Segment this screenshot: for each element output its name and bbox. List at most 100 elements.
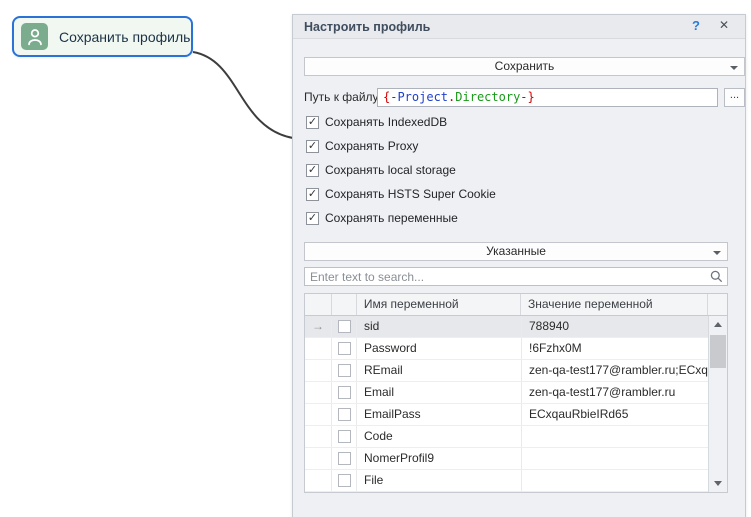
search-input[interactable]	[305, 268, 705, 285]
panel-header: Настроить профиль ? ✕	[293, 15, 745, 39]
checkbox-item[interactable]: ✓ Сохранять Proxy	[306, 139, 496, 153]
row-name-cell[interactable]: Email	[357, 382, 522, 403]
node-label: Сохранить профиль	[59, 29, 190, 45]
checkbox-icon: ✓	[306, 140, 319, 153]
checkbox-label: Сохранять переменные	[325, 211, 458, 225]
help-button[interactable]: ?	[688, 18, 704, 36]
table-row[interactable]: Email zen-qa-test177@rambler.ru	[305, 382, 710, 404]
save-profile-node[interactable]: Сохранить профиль	[12, 16, 193, 57]
table-row[interactable]: Password !6Fzhx0M	[305, 338, 710, 360]
scroll-up-button[interactable]	[709, 316, 727, 333]
chevron-down-icon	[713, 251, 721, 255]
row-indicator	[305, 448, 332, 469]
row-checkbox-cell	[332, 448, 357, 469]
table-row[interactable]: → sid 788940	[305, 316, 710, 338]
checkbox-item[interactable]: ✓ Сохранять HSTS Super Cookie	[306, 187, 496, 201]
checkbox-label: Сохранять IndexedDB	[325, 115, 447, 129]
table-row[interactable]: EmailPass ECxqauRbieIRd65	[305, 404, 710, 426]
row-value-cell[interactable]: zen-qa-test177@rambler.ru	[522, 382, 710, 403]
row-indicator	[305, 382, 332, 403]
search-box	[304, 267, 728, 286]
row-name-cell[interactable]: EmailPass	[357, 404, 522, 425]
row-indicator	[305, 470, 332, 491]
row-checkbox[interactable]	[338, 430, 351, 443]
row-checkbox-cell	[332, 360, 357, 381]
checkbox-label: Сохранять Proxy	[325, 139, 418, 153]
flowchart-canvas: Сохранить профиль Настроить профиль ? ✕ …	[0, 0, 751, 517]
triangle-down-icon	[714, 481, 722, 486]
row-checkbox[interactable]	[338, 452, 351, 465]
row-name-cell[interactable]: NomerProfil9	[357, 448, 522, 469]
checkbox-label: Сохранять local storage	[325, 163, 456, 177]
search-icon[interactable]	[710, 270, 723, 288]
row-name-cell[interactable]: Password	[357, 338, 522, 359]
table-body: → sid 788940 Password !6Fzhx0M REmail ze…	[305, 316, 710, 492]
row-value-cell[interactable]: zen-qa-test177@rambler.ru;ECxqa...	[522, 360, 710, 381]
row-checkbox-cell	[332, 426, 357, 447]
scrollbar-thumb[interactable]	[710, 335, 726, 368]
row-value-cell[interactable]: ECxqauRbieIRd65	[522, 404, 710, 425]
variables-mode-value: Указанные	[486, 244, 546, 258]
row-name-cell[interactable]: REmail	[357, 360, 522, 381]
file-path-label: Путь к файлу	[304, 88, 379, 107]
file-path-input[interactable]: {-Project.Directory-}	[377, 88, 718, 107]
row-checkbox[interactable]	[338, 364, 351, 377]
row-name-cell[interactable]: Code	[357, 426, 522, 447]
row-value-cell[interactable]	[522, 426, 710, 447]
browse-button[interactable]: ...	[724, 88, 745, 107]
vertical-scrollbar[interactable]	[708, 316, 727, 492]
header-scrollbar-cell	[708, 294, 727, 315]
checkbox-icon: ✓	[306, 164, 319, 177]
checkbox-list: ✓ Сохранять IndexedDB ✓ Сохранять Proxy …	[306, 115, 496, 225]
row-checkbox-cell	[332, 470, 357, 491]
panel-title: Настроить профиль	[304, 20, 430, 34]
row-checkbox-cell	[332, 316, 357, 337]
chevron-down-icon	[730, 66, 738, 70]
header-value[interactable]: Значение переменной	[521, 294, 708, 315]
row-value-cell[interactable]: !6Fzhx0M	[522, 338, 710, 359]
row-indicator	[305, 338, 332, 359]
header-indicator-cell	[305, 294, 332, 315]
row-name-cell[interactable]: sid	[357, 316, 522, 337]
row-checkbox[interactable]	[338, 386, 351, 399]
row-checkbox-cell	[332, 338, 357, 359]
table-row[interactable]: REmail zen-qa-test177@rambler.ru;ECxqa..…	[305, 360, 710, 382]
checkbox-item[interactable]: ✓ Сохранять IndexedDB	[306, 115, 496, 129]
header-checkbox-cell	[332, 294, 357, 315]
file-path-value: {-Project.Directory-}	[383, 90, 535, 104]
row-indicator	[305, 404, 332, 425]
configure-profile-panel: Настроить профиль ? ✕ Сохранить Путь к ф…	[292, 14, 746, 517]
row-checkbox[interactable]	[338, 342, 351, 355]
profile-person-icon	[21, 23, 48, 50]
checkbox-label: Сохранять HSTS Super Cookie	[325, 187, 496, 201]
row-value-cell[interactable]: 788940	[522, 316, 710, 337]
row-checkbox[interactable]	[338, 474, 351, 487]
table-row[interactable]: File	[305, 470, 710, 492]
table-row[interactable]: Code	[305, 426, 710, 448]
row-indicator	[305, 360, 332, 381]
checkbox-icon: ✓	[306, 188, 319, 201]
checkbox-item[interactable]: ✓ Сохранять local storage	[306, 163, 496, 177]
variables-table: Имя переменной Значение переменной → sid…	[304, 293, 728, 493]
variables-mode-dropdown[interactable]: Указанные	[304, 242, 728, 261]
save-action-value: Сохранить	[495, 59, 555, 73]
row-checkbox-cell	[332, 404, 357, 425]
row-indicator: →	[305, 316, 332, 337]
row-name-cell[interactable]: File	[357, 470, 522, 491]
checkbox-item[interactable]: ✓ Сохранять переменные	[306, 211, 496, 225]
header-name[interactable]: Имя переменной	[357, 294, 521, 315]
row-indicator	[305, 426, 332, 447]
row-checkbox[interactable]	[338, 320, 351, 333]
row-checkbox[interactable]	[338, 408, 351, 421]
row-checkbox-cell	[332, 382, 357, 403]
row-value-cell[interactable]	[522, 470, 710, 491]
checkbox-icon: ✓	[306, 212, 319, 225]
checkbox-icon: ✓	[306, 116, 319, 129]
table-header-row: Имя переменной Значение переменной	[305, 294, 727, 316]
close-button[interactable]: ✕	[716, 18, 732, 36]
scroll-down-button[interactable]	[709, 475, 727, 492]
table-row[interactable]: NomerProfil9	[305, 448, 710, 470]
save-action-dropdown[interactable]: Сохранить	[304, 57, 745, 76]
triangle-up-icon	[714, 322, 722, 327]
row-value-cell[interactable]	[522, 448, 710, 469]
